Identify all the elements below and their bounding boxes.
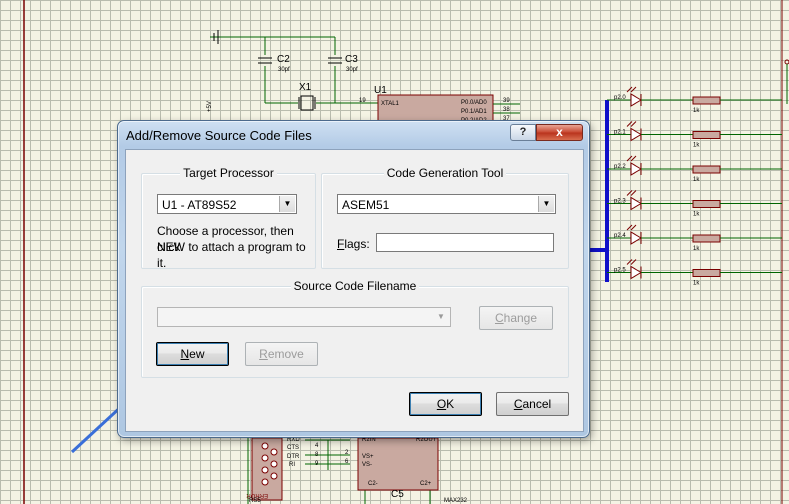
resistor-label: 1k [693,108,700,114]
led-row[interactable]: p2.4 1k [607,224,782,252]
target-processor-group: Target Processor U1 - AT89S52 ▼ Choose a… [141,166,316,270]
flags-label: Flags: [337,237,370,251]
vcc-label: +5V [207,101,213,112]
source-code-group: Source Code Filename ▼ Change New Remove [141,279,569,378]
change-button[interactable]: Change [479,306,553,330]
led-label: p2.3 [614,199,626,205]
code-generation-group: Code Generation Tool ASEM51 ▼ Flags: [321,166,569,269]
processor-hint-line2: NEW to attach a program to it. [157,240,306,270]
close-icon[interactable]: x [536,124,583,141]
new-button[interactable]: New [156,342,229,366]
resistor-label: 1k [693,143,700,149]
led-row[interactable]: p2.2 1k [607,155,782,183]
remove-button[interactable]: Remove [245,342,318,366]
max-pin-2: VS+ [362,454,374,460]
u1-label: U1 [374,85,387,96]
source-code-legend: Source Code Filename [290,279,420,293]
target-processor-legend: Target Processor [180,166,277,180]
led-array: p2.0 1k p2.1 1k p2.2 1k p2.3 1k p2.4 1k p2.5 1k [607,86,782,287]
led-label: p2.5 [614,268,626,274]
chevron-down-icon[interactable]: ▼ [279,196,295,212]
max-pin-3: VS- [362,462,372,468]
c3-label: C3 [345,54,358,65]
led-row[interactable]: p2.3 1k [607,190,782,218]
flags-input[interactable] [376,233,554,252]
led-label: p2.0 [614,95,626,101]
u1-pin-right-0: P0.0/AD0 [461,100,487,106]
add-remove-source-files-dialog: Add/Remove Source Code Files ? x Target … [117,120,590,438]
c5-pin-0: C2- [368,481,378,487]
resistor-label: 1k [693,212,700,218]
code-generation-legend: Code Generation Tool [383,166,507,180]
question-mark-icon[interactable]: ? [510,124,536,141]
resistor-label: 1k [693,177,700,183]
u1-pin-number: 19 [359,98,366,104]
x1-label: X1 [299,82,312,93]
led-row[interactable]: p2.5 1k [607,259,782,287]
c5-label: C5 [391,489,404,500]
resistor-label: 1k [693,281,700,287]
resistor-label: 1k [693,246,700,252]
chevron-down-icon[interactable]: ▼ [433,309,449,325]
c3-value: 30pf [346,67,358,73]
c2-label: C2 [277,54,290,65]
led-label: p2.1 [614,130,626,136]
c5-pin-1: C2+ [420,481,432,487]
led-label: p2.4 [614,233,626,239]
cancel-button[interactable]: Cancel [496,392,569,416]
led-label: p2.2 [614,164,626,170]
db9-pin-2: DTR [287,454,300,460]
source-code-select[interactable]: ▼ [157,307,451,327]
port2-bus [588,100,609,282]
u1-pin-right-1: P0.1/AD1 [461,109,487,115]
u1-pin-xtal: XTAL1 [381,101,400,107]
db9-pin-number-0: 4 [315,443,319,449]
dialog-body: Target Processor U1 - AT89S52 ▼ Choose a… [125,149,584,432]
code-generation-select[interactable]: ASEM51 ▼ [337,194,556,214]
max-chip-label: MAX232 [444,498,468,504]
target-processor-value: U1 - AT89S52 [162,198,237,212]
code-generation-value: ASEM51 [342,198,390,212]
led-row[interactable]: p2.0 1k [607,86,782,114]
c2-value: 30pf [278,67,290,73]
u1-pin-num-right-1: 38 [503,107,510,113]
target-processor-select[interactable]: U1 - AT89S52 ▼ [157,194,297,214]
ok-button[interactable]: OK [409,392,482,416]
db9-ref: RS5 [249,498,261,504]
chevron-down-icon[interactable]: ▼ [538,196,554,212]
dialog-title: Add/Remove Source Code Files [126,128,312,143]
db9-pin-3: RI [289,462,295,468]
led-row[interactable]: p2.1 1k [607,121,782,149]
db9-connector[interactable] [251,437,283,501]
u1-pin-num-right-0: 39 [503,98,510,104]
db9-pin-1: CTS [287,445,299,451]
